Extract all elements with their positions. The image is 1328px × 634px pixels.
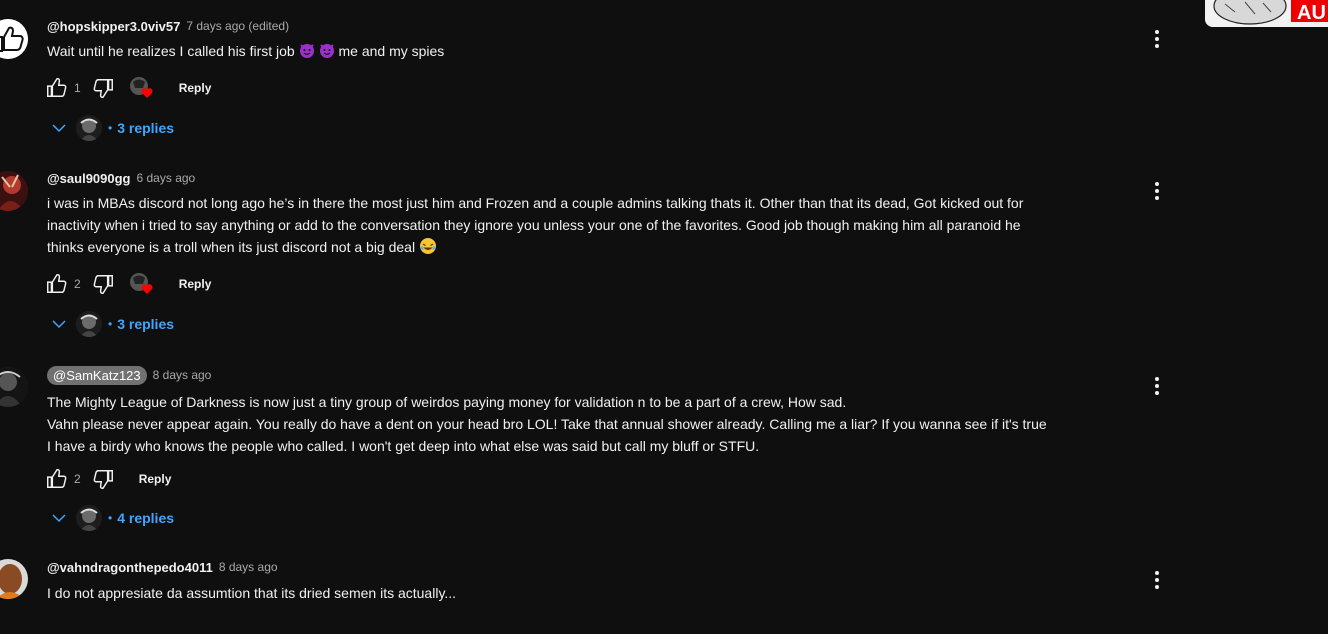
comment-text-line: inactivity when i tried to say anything … [47, 217, 1021, 233]
like-count: 2 [74, 472, 81, 486]
avatar[interactable] [0, 19, 28, 59]
separator-dot: • [108, 121, 113, 135]
thumbs-up-icon [47, 77, 67, 97]
like-count: 2 [74, 277, 81, 291]
kebab-menu-icon [1155, 30, 1159, 48]
comment-timestamp[interactable]: 8 days ago [219, 560, 278, 574]
dislike-button[interactable] [93, 273, 115, 295]
view-replies-button[interactable]: • 4 replies [50, 505, 174, 531]
user-avatar [0, 559, 28, 599]
comment-timestamp[interactable]: 8 days ago [153, 368, 212, 382]
comment-actions: 1 Reply [45, 76, 211, 100]
thumbs-down-icon [93, 470, 113, 490]
separator-dot: • [108, 511, 113, 525]
comment-text-line: i was in MBAs discord not long ago he’s … [47, 195, 1024, 211]
thumbs-down-icon [93, 79, 113, 99]
view-replies-button[interactable]: • 3 replies [50, 311, 174, 337]
thumbnail-image: AU [1205, 0, 1328, 27]
user-avatar [0, 367, 28, 407]
thumbs-up-icon [47, 468, 67, 488]
comment-text-line: I do not appresiate da assumtion that it… [47, 585, 457, 601]
like-button[interactable] [45, 468, 67, 490]
creator-avatar [76, 311, 102, 337]
avatar[interactable] [0, 559, 28, 599]
chevron-down-icon [52, 514, 66, 523]
comment-text-line: I have a birdy who knows the people who … [47, 438, 760, 454]
view-replies-button[interactable]: • 3 replies [50, 115, 174, 141]
kebab-menu-icon [1155, 377, 1159, 395]
reply-button[interactable]: Reply [179, 277, 212, 291]
video-thumbnail[interactable]: AU [1205, 0, 1328, 27]
reply-button[interactable]: Reply [179, 81, 212, 95]
comment-text: The Mighty League of Darkness is now jus… [47, 391, 1137, 457]
creator-heart-badge [129, 272, 155, 296]
thumbnail-badge: AU [1297, 2, 1326, 24]
more-actions-button[interactable] [1146, 375, 1168, 397]
comment-author[interactable]: @hopskipper3.0viv57 [47, 19, 180, 34]
user-avatar [0, 171, 28, 211]
chevron-down-icon [52, 124, 66, 133]
comment-text: i was in MBAs discord not long ago he’s … [47, 192, 1137, 261]
creator-heart-badge [129, 76, 155, 100]
comment-timestamp[interactable]: 7 days ago (edited) [186, 19, 289, 33]
comment-author[interactable]: @saul9090gg [47, 171, 131, 186]
comment-text: I do not appresiate da assumtion that it… [47, 582, 1137, 604]
like-button[interactable] [45, 77, 67, 99]
comment-text-line: thinks everyone is a troll when its just… [47, 239, 416, 255]
comment-author[interactable]: @SamKatz123 [47, 365, 147, 385]
replies-count[interactable]: 3 replies [117, 120, 174, 136]
laughing-tears-emoji-icon [419, 237, 437, 261]
heart-icon [141, 284, 153, 294]
comment-text: Wait until he realizes I called his firs… [47, 40, 1137, 65]
comment-timestamp[interactable]: 6 days ago [137, 171, 196, 185]
heart-icon [141, 88, 153, 98]
avatar[interactable] [0, 367, 28, 407]
creator-avatar [76, 505, 102, 531]
thumbs-down-icon [93, 275, 113, 295]
comment-text-line: The Mighty League of Darkness is now jus… [47, 394, 847, 410]
more-actions-button[interactable] [1146, 28, 1168, 50]
like-button[interactable] [45, 273, 67, 295]
kebab-menu-icon [1155, 571, 1159, 589]
comment-text-line: Vahn please never appear again. You real… [47, 416, 1047, 432]
separator-dot: • [108, 317, 113, 331]
more-actions-button[interactable] [1146, 569, 1168, 591]
comment-actions: 2 Reply [45, 467, 171, 491]
comment-text-line: me and my spies [338, 43, 445, 59]
smiling-devil-emoji-icon [299, 41, 335, 65]
dislike-button[interactable] [93, 468, 115, 490]
thumbs-up-icon [0, 19, 28, 59]
chevron-down-icon [52, 320, 66, 329]
comment-text-line: Wait until he realizes I called his firs… [47, 43, 295, 59]
like-count: 1 [74, 81, 81, 95]
replies-count[interactable]: 3 replies [117, 316, 174, 332]
comment-actions: 2 Reply [45, 272, 211, 296]
avatar[interactable] [0, 171, 28, 211]
dislike-button[interactable] [93, 77, 115, 99]
comment-author[interactable]: @vahndragonthepedo4011 [47, 560, 213, 575]
more-actions-button[interactable] [1146, 180, 1168, 202]
creator-avatar [76, 115, 102, 141]
reply-button[interactable]: Reply [139, 472, 172, 486]
kebab-menu-icon [1155, 182, 1159, 200]
replies-count[interactable]: 4 replies [117, 510, 174, 526]
thumbs-up-icon [47, 273, 67, 293]
